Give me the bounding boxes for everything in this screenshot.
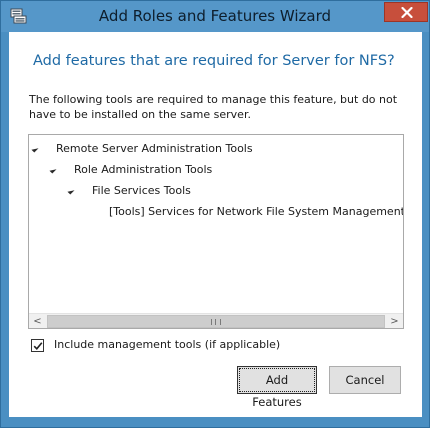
dialog-content: Add features that are required for Serve… — [9, 32, 422, 417]
scroll-left-icon[interactable]: < — [29, 314, 46, 328]
dialog-heading: Add features that are required for Serve… — [33, 53, 395, 69]
tree-item-label: Remote Server Administration Tools — [56, 142, 253, 155]
tree-item-label: Role Administration Tools — [74, 163, 213, 176]
cancel-button[interactable]: Cancel — [329, 366, 401, 394]
add-features-button[interactable]: Add Features — [237, 366, 317, 409]
tree-item-label: [Tools] Services for Network File System… — [109, 205, 404, 218]
dialog-description: The following tools are required to mana… — [29, 93, 398, 121]
scrollbar-thumb[interactable] — [47, 315, 385, 328]
feature-tree[interactable]: Remote Server Administration Tools Role … — [28, 134, 404, 329]
wizard-window: Add Roles and Features Wizard Add featur… — [0, 0, 430, 428]
tree-item-label: File Services Tools — [92, 184, 191, 197]
expand-triangle-icon[interactable] — [49, 166, 57, 174]
checkmark-icon — [33, 342, 43, 350]
window-title: Add Roles and Features Wizard — [98, 7, 332, 25]
close-icon — [401, 7, 413, 18]
include-tools-checkbox[interactable] — [31, 339, 44, 352]
close-button[interactable] — [384, 2, 428, 22]
include-tools-label[interactable]: Include management tools (if applicable) — [54, 337, 280, 353]
grip-icon — [211, 319, 221, 325]
expand-triangle-icon[interactable] — [31, 145, 39, 153]
expand-triangle-icon[interactable] — [67, 187, 75, 195]
add-features-label: Add Features — [239, 368, 315, 409]
horizontal-scrollbar[interactable]: < > — [29, 313, 403, 328]
scroll-right-icon[interactable]: > — [386, 314, 403, 328]
title-bar[interactable]: Add Roles and Features Wizard — [1, 1, 429, 32]
